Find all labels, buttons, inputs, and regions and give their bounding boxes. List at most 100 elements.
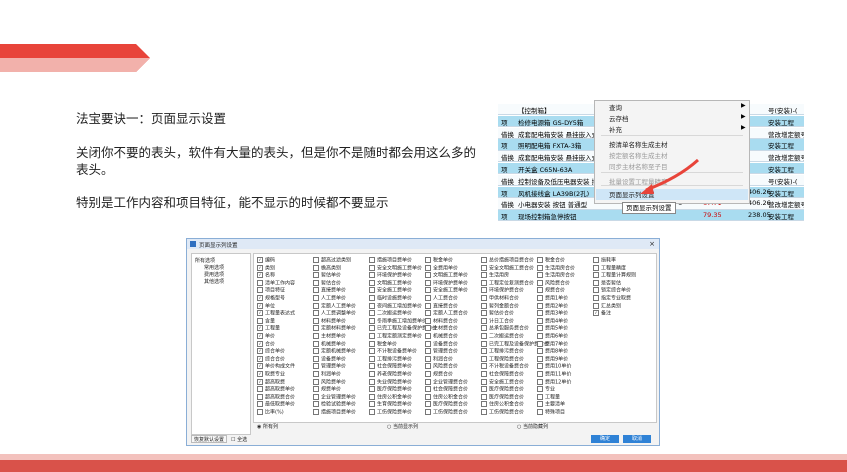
column-checkbox[interactable]: 措施项目费单价 (313, 409, 356, 416)
column-checkbox[interactable]: 社会保障费合价 (425, 386, 468, 393)
column-checkbox[interactable]: 定额人工费合价 (425, 310, 468, 317)
column-checkbox[interactable]: 檐高类别 (313, 264, 341, 271)
column-checkbox[interactable]: 专业 (537, 386, 555, 393)
column-checkbox[interactable]: 二次搬运费合价 (481, 333, 524, 340)
column-checkbox[interactable]: 含量 (257, 317, 275, 324)
column-checkbox[interactable]: 二次搬运费单价 (369, 310, 412, 317)
column-checkbox[interactable]: 管理费单价 (313, 363, 346, 370)
menu-item[interactable]: 补充 (609, 124, 622, 134)
column-checkbox[interactable]: 医疗保险费合价 (425, 401, 468, 408)
column-checkbox[interactable]: 是否暂估 (593, 279, 621, 286)
radio-all-columns[interactable]: ◉ 所有列 (257, 423, 278, 430)
column-checkbox[interactable]: 工伤保险费合价 (425, 409, 468, 416)
column-checkbox[interactable]: 项目特征 (257, 287, 285, 294)
column-checkbox[interactable]: ✓ 单位 (257, 302, 275, 309)
column-checkbox[interactable]: 直接费单价 (313, 287, 346, 294)
column-checkbox[interactable]: 夜间施工增加费单价 (369, 302, 422, 309)
column-checkbox[interactable]: 人工费单价 (313, 295, 346, 302)
radio-hidden-columns[interactable]: ○ 当前隐藏列 (517, 423, 548, 430)
column-checkbox[interactable]: 利润合价 (425, 355, 453, 362)
column-checkbox[interactable]: 安全施工费单价 (369, 287, 412, 294)
column-checkbox[interactable]: ✓ 单价 (257, 333, 275, 340)
column-checkbox[interactable]: 费用7单价 (537, 340, 568, 347)
column-checkbox[interactable]: 设备费单价 (313, 355, 346, 362)
column-checkbox[interactable]: 超高取费合价 (257, 393, 295, 400)
cancel-button[interactable]: 取消 (623, 435, 651, 443)
column-checkbox[interactable]: 医疗保险费合价 (481, 393, 524, 400)
select-all-checkbox[interactable]: ☐ 全选 (231, 436, 247, 443)
column-checkbox[interactable]: 清单工作内容 (257, 279, 295, 286)
column-checkbox[interactable]: 临时设施费单价 (369, 295, 412, 302)
column-checkbox[interactable]: 最低取费单价 (257, 401, 295, 408)
column-checkbox[interactable]: 风险费单价 (313, 378, 346, 385)
column-checkbox[interactable]: 计日工合价 (481, 317, 514, 324)
restore-default-button[interactable]: 恢复默认设置 (191, 435, 227, 443)
column-checkbox[interactable]: 规费合价 (537, 287, 565, 294)
column-checkbox[interactable]: 检验试验费单价 (313, 401, 356, 408)
column-checkbox[interactable]: 费用4单价 (537, 317, 568, 324)
column-checkbox[interactable]: ✓ 单价构成文件 (257, 363, 295, 370)
column-checkbox[interactable]: 主材费单价 (313, 333, 346, 340)
column-checkbox[interactable]: 工程排污费单价 (369, 355, 412, 362)
column-checkbox[interactable]: 工程排污费合价 (481, 348, 524, 355)
column-checkbox[interactable]: 生活用房 (481, 272, 509, 279)
column-checkbox[interactable]: 税金单价 (425, 257, 453, 264)
column-checkbox[interactable]: 暂估合价 (313, 279, 341, 286)
column-checkbox[interactable]: 费用3单价 (537, 310, 568, 317)
column-checkbox[interactable]: 工程量 (537, 393, 560, 400)
column-checkbox[interactable]: 费用9单价 (537, 355, 568, 362)
column-checkbox[interactable]: 失业保险费单价 (369, 378, 412, 385)
ok-button[interactable]: 确定 (591, 435, 619, 443)
column-checkbox[interactable]: 设备费合价 (425, 340, 458, 347)
column-checkbox[interactable]: 费用11单价 (537, 371, 571, 378)
column-checkbox[interactable]: ✓ 规格型号 (257, 295, 285, 302)
column-checkbox[interactable]: 工程量精度 (593, 264, 626, 271)
column-checkbox[interactable]: 税金合价 (537, 257, 565, 264)
column-checkbox[interactable]: 工伤保险费合价 (481, 409, 524, 416)
column-checkbox[interactable]: 安全施工费合价 (481, 378, 524, 385)
menu-item[interactable]: 查询 (609, 102, 622, 112)
column-checkbox[interactable]: 费用5单价 (537, 325, 568, 332)
column-checkbox[interactable]: 机械费合价 (425, 333, 458, 340)
tree-item[interactable]: 常用选项 (204, 264, 224, 271)
column-checkbox[interactable]: 总承包服务费合价 (481, 325, 529, 332)
column-checkbox[interactable]: ✓ 编码 (257, 257, 275, 264)
column-checkbox[interactable]: 费用8单价 (537, 348, 568, 355)
column-checkbox[interactable]: 费用6单价 (537, 333, 568, 340)
radio-shown-columns[interactable]: ○ 当前显示列 (387, 423, 418, 430)
column-checkbox[interactable]: 工程定位复测费合价 (481, 279, 534, 286)
column-checkbox[interactable]: 指定专业取费 (593, 295, 631, 302)
column-checkbox[interactable]: 住房公积金合价 (481, 401, 524, 408)
column-checkbox[interactable]: 冬雨季施工增加费单价 (369, 317, 427, 324)
column-checkbox[interactable]: 费用10单价 (537, 363, 571, 370)
column-checkbox[interactable]: ✓ 取费专业 (257, 371, 285, 378)
column-checkbox[interactable]: 生活用房合价 (537, 272, 575, 279)
column-checkbox[interactable]: 比率(%) (257, 409, 284, 416)
column-checkbox[interactable]: 超高过滤类别 (313, 257, 351, 264)
column-checkbox[interactable]: 风险费合价 (425, 363, 458, 370)
column-checkbox[interactable]: 安全施工费单价 (425, 287, 468, 294)
column-checkbox[interactable]: 主材费合价 (425, 325, 458, 332)
column-checkbox[interactable]: 机械费单价 (313, 340, 346, 347)
column-checkbox[interactable]: 文明施工费单价 (425, 272, 468, 279)
close-icon[interactable]: × (649, 240, 655, 248)
column-checkbox[interactable]: 生育保险费单价 (369, 401, 412, 408)
column-checkbox[interactable]: 工程定额测定费单价 (369, 333, 422, 340)
column-checkbox[interactable]: 工程量计算规则 (593, 272, 636, 279)
column-checkbox[interactable]: 不计税设备费合价 (481, 363, 529, 370)
column-checkbox[interactable]: 环境保护费合价 (481, 287, 524, 294)
column-checkbox[interactable]: 暂估价合价 (481, 310, 514, 317)
column-checkbox[interactable]: 利润单价 (313, 371, 341, 378)
column-checkbox[interactable]: 材料费单价 (313, 317, 346, 324)
column-checkbox[interactable]: 社会保障费合价 (481, 371, 524, 378)
column-checkbox[interactable]: 材料费合价 (425, 317, 458, 324)
column-checkbox[interactable]: 养老保险费单价 (369, 371, 412, 378)
column-checkbox[interactable]: 工程保险费合价 (481, 355, 524, 362)
column-checkbox[interactable]: 安全文明施工费单价 (369, 264, 422, 271)
column-checkbox[interactable]: 暂列金额合价 (481, 302, 519, 309)
column-checkbox[interactable]: 医疗保险费单价 (369, 386, 412, 393)
column-checkbox[interactable]: 医疗保险费合价 (481, 386, 524, 393)
column-checkbox[interactable]: ✓ 工程量 (257, 325, 280, 332)
column-checkbox[interactable]: 损耗率 (593, 257, 616, 264)
column-checkbox[interactable]: 锁定综合单价 (593, 287, 631, 294)
